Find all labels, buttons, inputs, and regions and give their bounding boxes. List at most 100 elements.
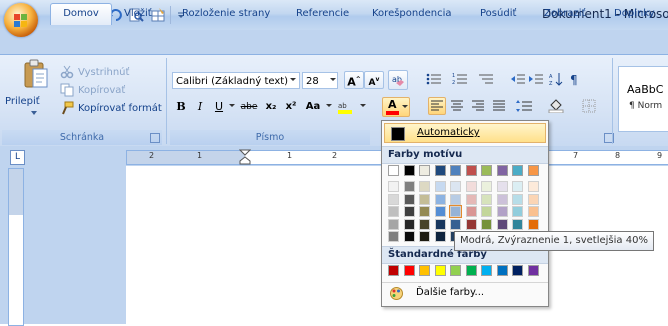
- theme-color-swatch[interactable]: [496, 165, 508, 176]
- sort-icon[interactable]: AZ: [548, 72, 564, 86]
- automatic-color-item[interactable]: Automaticky: [384, 123, 546, 143]
- theme-color-shade-swatch[interactable]: [419, 231, 430, 242]
- tab-korespondencia[interactable]: Korešpondencia: [372, 4, 451, 24]
- increase-indent-icon[interactable]: [528, 72, 544, 86]
- highlight-button[interactable]: ab: [334, 98, 358, 116]
- theme-color-shade-swatch[interactable]: [434, 193, 446, 205]
- decrease-indent-icon[interactable]: [510, 72, 526, 86]
- theme-color-shade-swatch[interactable]: [388, 218, 399, 230]
- underline-button[interactable]: U: [211, 98, 227, 116]
- theme-color-shade-swatch[interactable]: [465, 218, 477, 230]
- office-button[interactable]: [4, 3, 38, 37]
- justify-icon[interactable]: [493, 100, 505, 112]
- theme-color-swatch[interactable]: [388, 165, 399, 176]
- superscript-button[interactable]: x²: [282, 98, 300, 116]
- font-name-combo[interactable]: Calibri (Základný text): [172, 72, 300, 89]
- copy-button[interactable]: Kopírovať: [78, 85, 125, 96]
- grow-font-button[interactable]: A^: [344, 71, 364, 89]
- theme-color-shade-swatch[interactable]: [419, 206, 430, 217]
- tab-posudit[interactable]: Posúdiť: [480, 4, 516, 24]
- theme-color-shade-swatch[interactable]: [403, 181, 415, 192]
- theme-color-shade-swatch[interactable]: [512, 206, 523, 217]
- theme-color-shade-swatch[interactable]: [512, 193, 523, 205]
- theme-color-shade-swatch[interactable]: [388, 181, 399, 192]
- theme-color-shade-swatch[interactable]: [419, 218, 430, 230]
- tab-vlozit[interactable]: Vložiť: [124, 4, 152, 24]
- shading-icon[interactable]: [548, 99, 568, 113]
- font-size-dropdown-icon[interactable]: [330, 78, 336, 81]
- theme-color-shade-swatch[interactable]: [496, 206, 508, 217]
- paste-dropdown-icon[interactable]: [30, 110, 38, 116]
- subscript-button[interactable]: x₂: [262, 98, 280, 116]
- bullets-icon[interactable]: [426, 72, 442, 86]
- font-color-button[interactable]: A: [382, 97, 410, 117]
- theme-color-shade-swatch[interactable]: [465, 193, 477, 205]
- theme-color-swatch[interactable]: [481, 165, 492, 176]
- standard-color-swatch[interactable]: [388, 265, 399, 276]
- paste-icon[interactable]: [22, 58, 50, 90]
- theme-color-shade-swatch[interactable]: [496, 181, 508, 192]
- tab-zobrazit[interactable]: Zobraziť: [544, 4, 586, 24]
- indent-marker-icon[interactable]: [239, 149, 251, 165]
- highlight-dropdown-icon[interactable]: [360, 104, 366, 107]
- theme-color-shade-swatch[interactable]: [450, 218, 461, 230]
- standard-color-swatch[interactable]: [496, 265, 508, 276]
- strikethrough-button[interactable]: abe: [238, 98, 260, 116]
- theme-color-swatch[interactable]: [419, 165, 430, 176]
- align-left-button[interactable]: [428, 97, 446, 115]
- vertical-ruler[interactable]: [8, 168, 24, 326]
- theme-color-shade-swatch[interactable]: [465, 206, 477, 217]
- theme-color-swatch[interactable]: [403, 165, 415, 176]
- tab-referencie[interactable]: Referencie: [296, 4, 349, 24]
- clipboard-dialog-launcher-icon[interactable]: [150, 133, 160, 143]
- format-painter-icon[interactable]: [60, 101, 74, 115]
- bold-button[interactable]: B: [173, 98, 189, 116]
- change-case-button[interactable]: Aa: [302, 98, 324, 116]
- theme-color-swatch[interactable]: [434, 165, 446, 176]
- font-name-dropdown-icon[interactable]: [290, 78, 296, 81]
- tab-selector-icon[interactable]: L: [10, 150, 25, 165]
- italic-button[interactable]: I: [192, 98, 208, 116]
- theme-color-shade-swatch[interactable]: [403, 206, 415, 217]
- standard-color-swatch[interactable]: [481, 265, 492, 276]
- clear-formatting-button[interactable]: ab: [388, 70, 408, 90]
- styles-gallery[interactable]: AaBbC ¶ Norm: [618, 66, 668, 132]
- cut-button[interactable]: Vystrihnúť: [78, 67, 129, 78]
- theme-color-shade-swatch[interactable]: [419, 181, 430, 192]
- draw-table-icon[interactable]: [150, 7, 166, 23]
- paste-button[interactable]: Prilepiť: [5, 96, 40, 107]
- theme-color-shade-swatch[interactable]: [388, 193, 399, 205]
- theme-color-shade-swatch[interactable]: [481, 218, 492, 230]
- standard-color-swatch[interactable]: [450, 265, 461, 276]
- standard-color-swatch[interactable]: [465, 265, 477, 276]
- line-spacing-icon[interactable]: [516, 99, 534, 113]
- standard-color-swatch[interactable]: [403, 265, 415, 276]
- theme-color-shade-swatch[interactable]: [419, 193, 430, 205]
- more-colors-item[interactable]: Ďalšie farby...: [384, 283, 546, 303]
- standard-color-swatch[interactable]: [419, 265, 430, 276]
- numbering-icon[interactable]: 12: [452, 72, 468, 86]
- theme-color-swatch[interactable]: [465, 165, 477, 176]
- format-painter-button[interactable]: Kopírovať formát: [78, 103, 162, 114]
- shrink-font-button[interactable]: Av: [364, 71, 384, 89]
- theme-color-swatch[interactable]: [527, 165, 539, 176]
- theme-color-swatch[interactable]: [450, 165, 461, 176]
- show-paragraph-marks-icon[interactable]: ¶: [568, 72, 582, 86]
- standard-color-swatch[interactable]: [527, 265, 539, 276]
- align-center-icon[interactable]: [451, 100, 463, 112]
- theme-color-shade-swatch[interactable]: [481, 181, 492, 192]
- theme-color-shade-swatch[interactable]: [434, 218, 446, 230]
- theme-color-shade-swatch[interactable]: [527, 181, 539, 192]
- cut-icon[interactable]: [60, 65, 74, 79]
- theme-color-shade-swatch[interactable]: [388, 231, 399, 242]
- theme-color-shade-swatch[interactable]: [527, 218, 539, 230]
- theme-color-shade-swatch[interactable]: [512, 218, 523, 230]
- tab-domov[interactable]: Domov: [50, 3, 112, 25]
- tab-doplnky[interactable]: Doplnky: [614, 4, 655, 24]
- theme-color-shade-swatch[interactable]: [450, 193, 461, 205]
- standard-color-swatch[interactable]: [512, 265, 523, 276]
- theme-color-shade-swatch[interactable]: [434, 206, 446, 217]
- theme-color-shade-swatch[interactable]: [403, 193, 415, 205]
- borders-icon[interactable]: [582, 99, 600, 113]
- theme-color-shade-swatch[interactable]: [449, 205, 462, 218]
